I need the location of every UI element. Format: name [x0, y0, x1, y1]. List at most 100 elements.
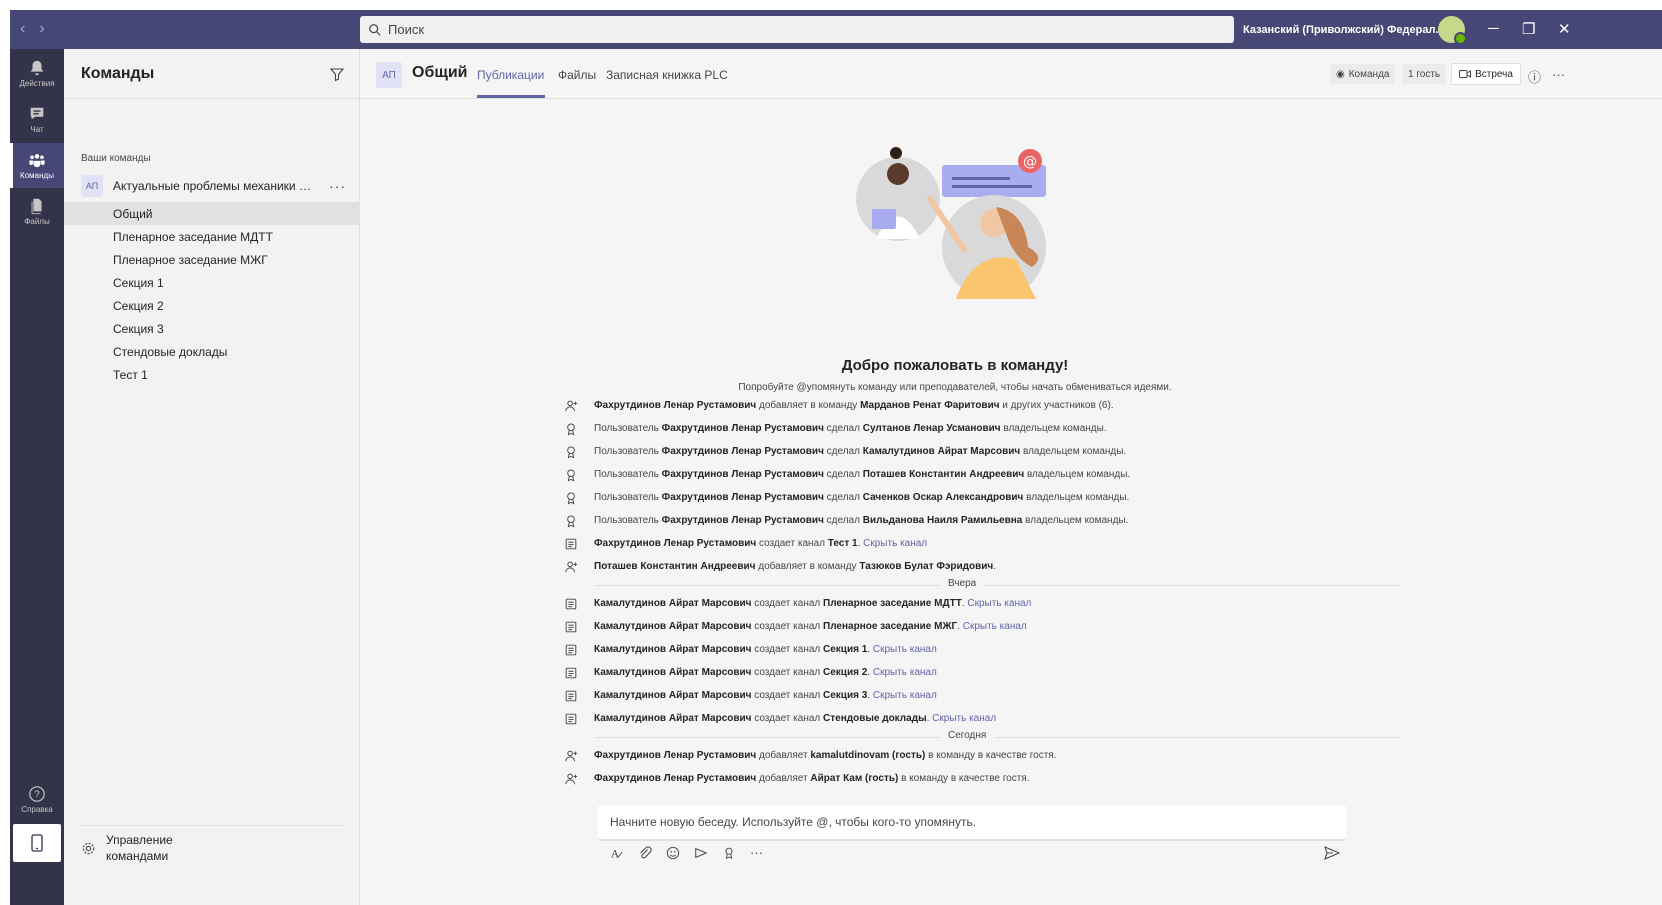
tab-notebook[interactable]: Записная книжка PLC: [606, 68, 728, 82]
person-or-entity-name[interactable]: Секция 3: [823, 690, 867, 701]
back-arrow-icon[interactable]: ‹: [20, 20, 25, 38]
channel-item[interactable]: Тест 1: [64, 363, 360, 386]
rail-item-teams[interactable]: Команды: [10, 143, 64, 188]
channel-item[interactable]: Пленарное заседание МЖГ: [64, 248, 360, 271]
channel-item[interactable]: Секция 1: [64, 271, 360, 294]
channel-item[interactable]: Стендовые доклады: [64, 340, 360, 363]
hide-channel-link[interactable]: Скрыть канал: [870, 644, 937, 655]
person-or-entity-name[interactable]: Вильданова Наиля Рамильевна: [863, 515, 1023, 526]
more-options-button[interactable]: ···: [329, 178, 346, 194]
info-icon[interactable]: ⓘ: [1528, 67, 1541, 86]
maximize-button[interactable]: ❐: [1522, 20, 1535, 38]
more-options-icon[interactable]: ···: [1552, 67, 1565, 82]
filter-icon[interactable]: [329, 66, 345, 82]
hide-channel-link[interactable]: Скрыть канал: [965, 598, 1031, 609]
person-or-entity-name[interactable]: Фахрутдинов Ленар Рустамович: [662, 446, 824, 457]
person-or-entity-name[interactable]: Пленарное заседание МДТТ: [823, 598, 962, 609]
feed-item-text: Фахрутдинов Ленар Рустамович добавляет в…: [594, 400, 1114, 411]
search-box[interactable]: [360, 16, 1234, 43]
forward-arrow-icon[interactable]: ›: [39, 20, 44, 38]
person-or-entity-name[interactable]: Тазюков Булат Фэридович: [859, 561, 993, 572]
person-or-entity-name[interactable]: Марданов Ренат Фаритович: [860, 400, 999, 411]
hide-channel-link[interactable]: Скрыть канал: [960, 621, 1027, 632]
person-or-entity-name[interactable]: Камалутдинов Айрат Марсович: [863, 446, 1020, 457]
guest-count-pill[interactable]: 1 гость: [1402, 64, 1447, 84]
praise-icon[interactable]: [722, 846, 736, 860]
hide-channel-link[interactable]: Скрыть канал: [929, 713, 996, 724]
person-or-entity-name[interactable]: Камалутдинов Айрат Марсович: [594, 598, 751, 609]
person-or-entity-name[interactable]: Поташев Константин Андреевич: [594, 561, 755, 572]
person-or-entity-name[interactable]: Камалутдинов Айрат Марсович: [594, 621, 751, 632]
feed-item: Камалутдинов Айрат Марсович создает кана…: [560, 615, 1400, 638]
person-or-entity-name[interactable]: Фахрутдинов Ленар Рустамович: [594, 773, 756, 784]
channel-item[interactable]: Секция 2: [64, 294, 360, 317]
close-button[interactable]: ✕: [1558, 20, 1571, 38]
team-visibility-pill[interactable]: ◉ Команда: [1330, 64, 1396, 84]
send-icon[interactable]: [1324, 846, 1340, 860]
person-or-entity-name[interactable]: Фахрутдинов Ленар Рустамович: [662, 469, 824, 480]
person-or-entity-name[interactable]: Фахрутдинов Ленар Рустамович: [594, 750, 756, 761]
org-switcher[interactable]: Казанский (Приволжский) Федерал... ⌄: [1243, 23, 1459, 37]
feed-item-text: Камалутдинов Айрат Марсович создает кана…: [594, 667, 937, 678]
person-or-entity-name[interactable]: Камалутдинов Айрат Марсович: [594, 667, 751, 678]
rail-item-help[interactable]: ? Справка: [10, 777, 64, 822]
hide-channel-link[interactable]: Скрыть канал: [860, 538, 927, 549]
person-or-entity-name[interactable]: Фахрутдинов Ленар Рустамович: [594, 400, 756, 411]
feed-item: Камалутдинов Айрат Марсович создает кана…: [560, 638, 1400, 661]
rail-item-activity[interactable]: Действия: [10, 51, 64, 96]
person-or-entity-name[interactable]: Саченков Оскар Александрович: [863, 492, 1024, 503]
person-or-entity-name[interactable]: Айрат Кам (гость): [810, 773, 898, 784]
more-apps-icon[interactable]: ···: [750, 845, 763, 860]
compose-input[interactable]: [610, 815, 1310, 829]
person-or-entity-name[interactable]: Камалутдинов Айрат Марсович: [594, 713, 751, 724]
gif-icon[interactable]: [694, 846, 708, 860]
person-or-entity-name[interactable]: Тест 1: [828, 538, 858, 549]
person-or-entity-name[interactable]: Фахрутдинов Ленар Рустамович: [662, 515, 824, 526]
person-or-entity-name[interactable]: Камалутдинов Айрат Марсович: [594, 690, 751, 701]
meet-button[interactable]: Встреча: [1451, 63, 1521, 85]
feed-item: Пользователь Фахрутдинов Ленар Рустамови…: [560, 463, 1400, 486]
feed-text: Пользователь: [594, 515, 662, 526]
person-or-entity-name[interactable]: Фахрутдинов Ленар Рустамович: [594, 538, 756, 549]
feed-item-text: Поташев Константин Андреевич добавляет в…: [594, 561, 996, 572]
person-or-entity-name[interactable]: Секция 2: [823, 667, 867, 678]
channel-item[interactable]: Секция 3: [64, 317, 360, 340]
person-or-entity-name[interactable]: Пленарное заседание МЖГ: [823, 621, 957, 632]
mobile-app-button[interactable]: [13, 824, 61, 862]
video-camera-icon: [1459, 70, 1472, 78]
hide-channel-link[interactable]: Скрыть канал: [870, 690, 937, 701]
person-or-entity-name[interactable]: Фахрутдинов Ленар Рустамович: [662, 423, 824, 434]
rail-item-files[interactable]: Файлы: [10, 189, 64, 234]
feed-text: в команду в качестве гостя.: [898, 773, 1030, 784]
teams-panel: Команды Ваши команды АП Актуальные пробл…: [64, 49, 360, 905]
user-avatar[interactable]: [1438, 16, 1467, 45]
activity-feed: Фахрутдинов Ленар Рустамович добавляет в…: [560, 394, 1400, 790]
attach-icon[interactable]: [638, 845, 652, 860]
hide-channel-link[interactable]: Скрыть канал: [870, 667, 937, 678]
chat-icon: [30, 107, 44, 120]
manage-teams-button[interactable]: Управление командами: [81, 825, 343, 864]
feed-item: Фахрутдинов Ленар Рустамович добавляет в…: [560, 394, 1400, 417]
feed-text: владельцем команды.: [1023, 492, 1130, 503]
person-or-entity-name[interactable]: Стендовые доклады: [823, 713, 927, 724]
person-or-entity-name[interactable]: Султанов Ленар Усманович: [863, 423, 1001, 434]
emoji-icon[interactable]: [666, 846, 680, 860]
rail-item-chat[interactable]: Чат: [10, 97, 64, 142]
person-or-entity-name[interactable]: Поташев Константин Андреевич: [863, 469, 1024, 480]
person-or-entity-name[interactable]: Секция 1: [823, 644, 867, 655]
channel-item[interactable]: Общий: [64, 202, 360, 225]
format-icon[interactable]: A: [610, 846, 624, 860]
channel-item[interactable]: Пленарное заседание МДТТ: [64, 225, 360, 248]
person-or-entity-name[interactable]: Фахрутдинов Ленар Рустамович: [662, 492, 824, 503]
person-or-entity-name[interactable]: kamalutdinovam (гость): [810, 750, 925, 761]
person-or-entity-name[interactable]: Камалутдинов Айрат Марсович: [594, 644, 751, 655]
feed-text: создает канал: [756, 538, 828, 549]
compose-box[interactable]: [598, 805, 1346, 841]
minimize-button[interactable]: ─: [1488, 20, 1499, 37]
tab-posts[interactable]: Публикации: [477, 68, 544, 82]
rail-label: Справка: [21, 805, 53, 814]
search-input[interactable]: [388, 22, 1188, 37]
tab-files[interactable]: Файлы: [558, 68, 596, 82]
team-item[interactable]: АП Актуальные проблемы механики сп... ··…: [64, 172, 360, 200]
feed-item-text: Фахрутдинов Ленар Рустамович добавляет k…: [594, 750, 1057, 761]
